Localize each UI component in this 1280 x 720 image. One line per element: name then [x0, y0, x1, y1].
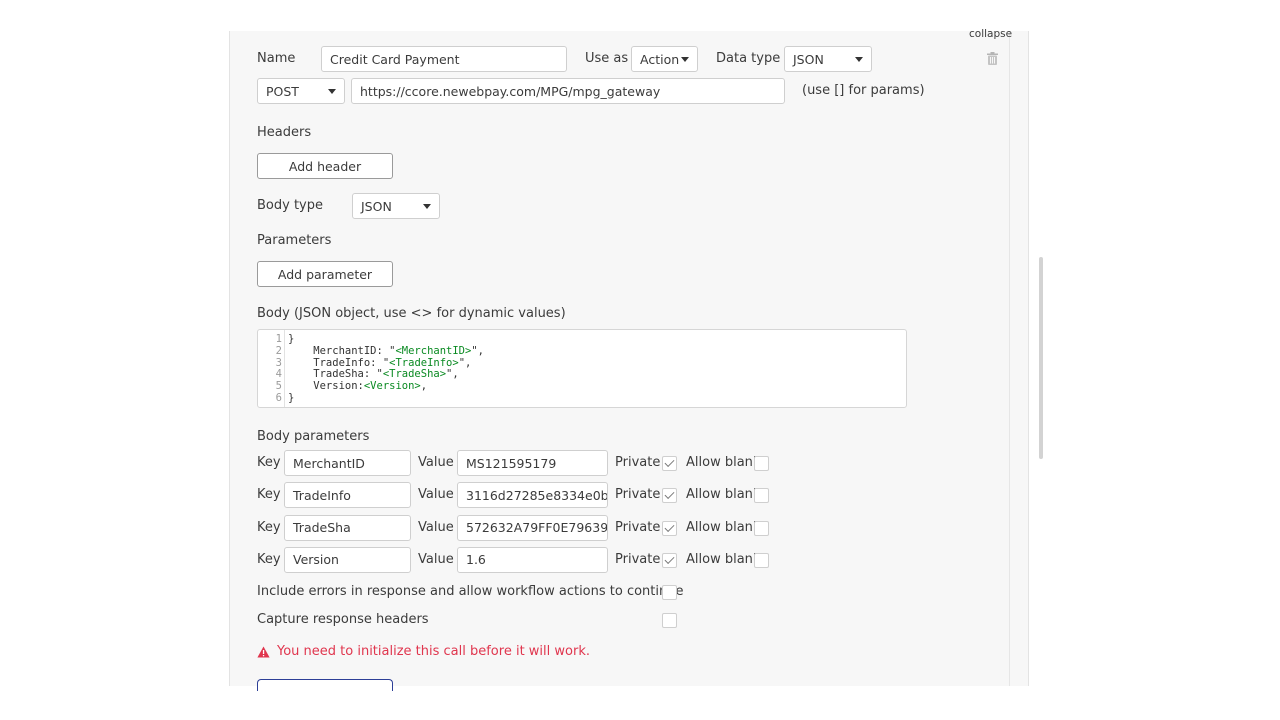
private-checkbox[interactable] — [662, 456, 677, 471]
param-value-input[interactable]: 572632A79FF0E79639D4 — [457, 514, 608, 541]
private-label: Private — [615, 519, 661, 535]
gutter-divider — [284, 330, 285, 407]
allow-blank-label: Allow blank — [686, 519, 761, 535]
value-label: Value — [418, 455, 454, 470]
param-key-input[interactable]: TradeSha — [284, 514, 411, 541]
use-as-select[interactable]: Action — [631, 46, 698, 72]
name-input[interactable]: Credit Card Payment — [321, 46, 567, 72]
initialize-warning: You need to initialize this call before … — [257, 644, 590, 659]
checkmark-icon — [664, 489, 675, 500]
allow-blank-checkbox[interactable] — [754, 520, 769, 536]
body-type-select[interactable]: JSON — [352, 193, 440, 219]
caret-down-icon — [855, 56, 863, 62]
method-value: POST — [266, 83, 299, 99]
method-select[interactable]: POST — [257, 78, 345, 104]
private-checkbox[interactable] — [662, 488, 677, 504]
dynamic-value: <MerchantID> — [395, 344, 472, 357]
param-value-input[interactable]: 1.6 — [457, 546, 608, 573]
parameters-title: Parameters — [257, 233, 332, 248]
checkmark-icon — [664, 554, 675, 564]
code-text: TradeSha: " — [288, 368, 383, 381]
warning-text: You need to initialize this call before … — [277, 644, 590, 659]
value-label: Value — [418, 551, 454, 567]
line-number: 2 — [275, 344, 282, 357]
data-type-value: JSON — [793, 51, 824, 67]
body-type-value: JSON — [361, 198, 392, 214]
capture-headers-label: Capture response headers — [257, 612, 429, 627]
code-line: Version:<Version>, — [288, 380, 484, 393]
param-key-input[interactable]: TradeInfo — [284, 482, 411, 509]
value-label: Value — [418, 519, 454, 535]
url-hint: (use [] for params) — [802, 83, 925, 98]
body-title: Body (JSON object, use <> for dynamic va… — [257, 306, 566, 321]
private-label: Private — [615, 487, 661, 503]
caret-down-icon — [423, 203, 431, 209]
param-value-input[interactable]: 3116d27285e8334e0b0f3 — [457, 482, 608, 509]
caret-down-icon — [681, 56, 689, 62]
collapse-link[interactable]: collapse — [969, 28, 1012, 40]
code-text: ", — [471, 344, 484, 357]
body-type-label: Body type — [257, 198, 323, 213]
code-text: TradeInfo: " — [288, 356, 390, 369]
data-type-label: Data type — [716, 51, 781, 66]
allow-blank-checkbox[interactable] — [754, 552, 769, 568]
dynamic-value: <TradeSha> — [382, 368, 447, 381]
code-text: MerchantID: " — [288, 344, 396, 357]
checkmark-icon — [664, 521, 675, 532]
data-type-select[interactable]: JSON — [784, 46, 872, 72]
line-number: 6 — [275, 391, 282, 404]
code-text: Version: — [288, 380, 364, 393]
use-as-label: Use as — [585, 51, 629, 66]
use-as-value: Action — [640, 51, 680, 67]
key-label: Key — [257, 551, 281, 567]
capture-headers-checkbox[interactable] — [662, 613, 677, 628]
include-errors-label: Include errors in response and allow wor… — [257, 584, 684, 599]
scrollbar[interactable] — [1039, 257, 1043, 459]
code-text: } — [288, 333, 295, 345]
param-key-input[interactable]: MerchantID — [284, 450, 411, 476]
key-label: Key — [257, 519, 281, 535]
allow-blank-checkbox[interactable] — [754, 456, 769, 471]
include-errors-checkbox[interactable] — [662, 585, 677, 600]
caret-down-icon — [328, 88, 336, 94]
add-parameter-button[interactable]: Add parameter — [257, 261, 393, 287]
warning-icon — [257, 646, 270, 658]
private-checkbox[interactable] — [662, 520, 677, 536]
trash-icon[interactable] — [987, 52, 998, 65]
dynamic-value: <TradeInfo> — [389, 356, 459, 369]
code-text: ", — [446, 368, 459, 381]
line-numbers: 123456 — [262, 333, 282, 405]
headers-title: Headers — [257, 125, 312, 140]
url-input[interactable]: https://ccore.newebpay.com/MPG/mpg_gatew… — [351, 78, 785, 104]
key-label: Key — [257, 455, 281, 470]
private-label: Private — [615, 455, 661, 470]
code-text: } — [288, 391, 295, 404]
name-label: Name — [257, 51, 296, 66]
body-parameters-title: Body parameters — [257, 429, 370, 444]
allow-blank-label: Allow blank — [686, 551, 761, 567]
body-code-editor[interactable]: 123456 } MerchantID: "<MerchantID>", Tra… — [257, 329, 907, 408]
code-text: ", — [458, 356, 472, 369]
param-value-input[interactable]: MS121595179 — [457, 450, 608, 476]
checkmark-icon — [664, 457, 675, 468]
private-checkbox[interactable] — [662, 552, 677, 568]
panel-divider — [1009, 31, 1010, 686]
initialize-call-button[interactable] — [257, 679, 393, 691]
allow-blank-label: Allow blank — [686, 455, 761, 470]
dynamic-value: <Version> — [363, 380, 421, 393]
code-text: , — [420, 380, 428, 393]
code-lines[interactable]: } MerchantID: "<MerchantID>", TradeInfo:… — [288, 333, 484, 405]
key-label: Key — [257, 487, 281, 503]
code-line: } — [288, 391, 484, 405]
value-label: Value — [418, 487, 454, 503]
private-label: Private — [615, 551, 661, 567]
allow-blank-label: Allow blank — [686, 487, 761, 503]
param-key-input[interactable]: Version — [284, 546, 411, 573]
add-header-button[interactable]: Add header — [257, 153, 393, 179]
allow-blank-checkbox[interactable] — [754, 488, 769, 504]
